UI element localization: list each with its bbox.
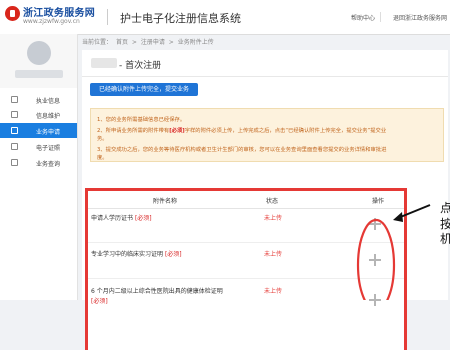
arrow-shaft (397, 204, 431, 219)
arrow-head-icon (393, 212, 403, 222)
annotation-char: 机 (440, 232, 450, 246)
highlight-circle (356, 218, 396, 300)
annotation-overlay (356, 204, 431, 300)
annotation-char: 点 (440, 201, 450, 215)
